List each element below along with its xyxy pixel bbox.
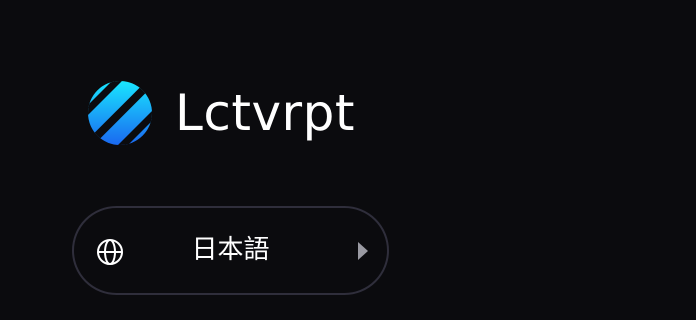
brand-name: Lctvrpt xyxy=(175,84,355,142)
brand-header: Lctvrpt xyxy=(87,80,355,146)
caret-right-icon xyxy=(358,242,368,260)
brand-logo-icon xyxy=(88,81,152,145)
language-selector-button[interactable]: 日本語 xyxy=(72,206,389,295)
language-label: 日本語 xyxy=(191,235,270,265)
